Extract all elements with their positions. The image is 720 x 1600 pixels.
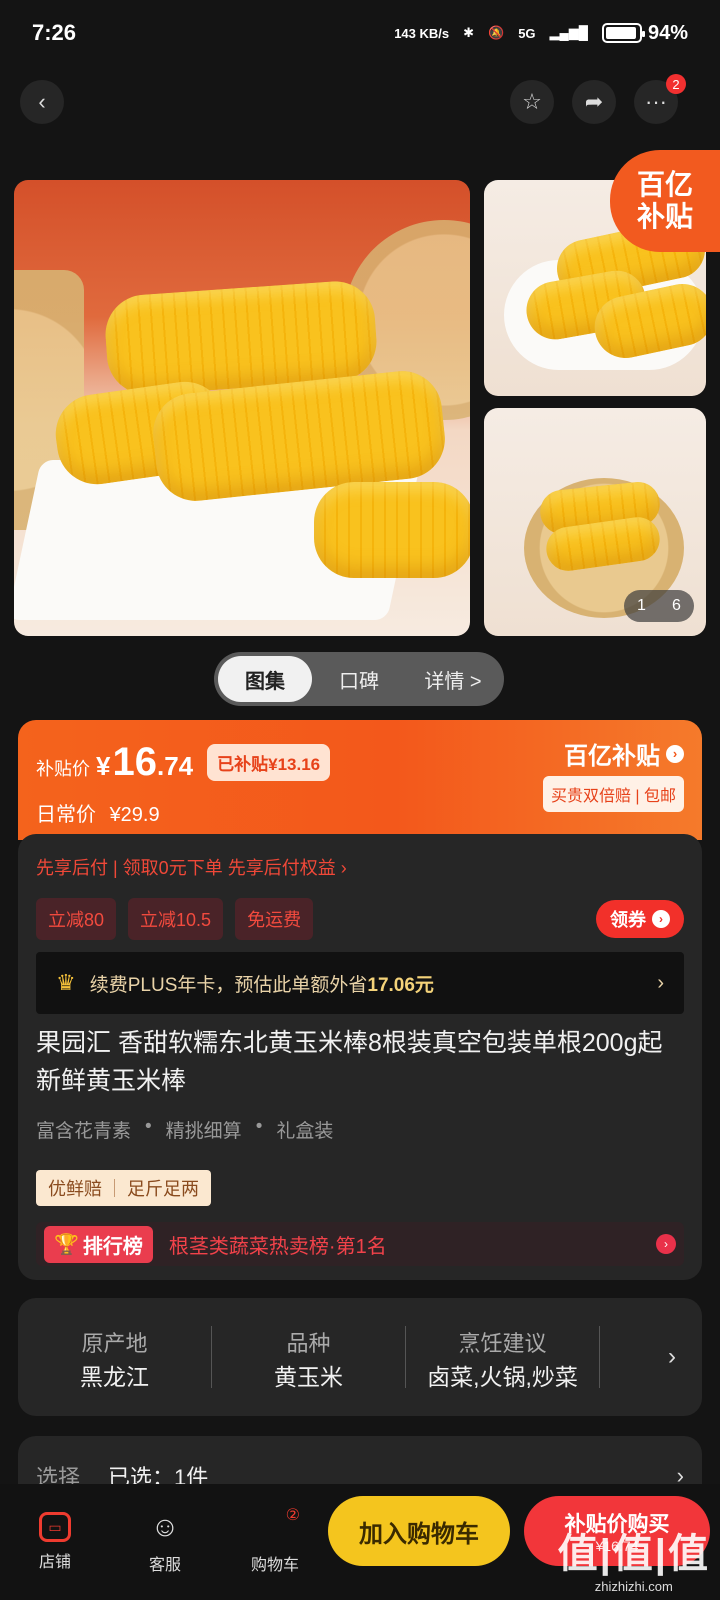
attribute-row[interactable]: 原产地 黑龙江 品种 黄玉米 烹饪建议 卤菜,火锅,炒菜 ›: [18, 1298, 702, 1416]
bluetooth-icon: ✱: [463, 25, 475, 40]
more-badge: 2: [666, 74, 686, 94]
gallery-page-counter: 1 6: [624, 590, 694, 622]
feature-item: 精挑细算: [165, 1121, 242, 1142]
cart-count: ②: [285, 1507, 300, 1524]
chevron-right-icon[interactable]: ›: [668, 1343, 676, 1371]
price-banner: 补贴价 ¥ 16 .74 已补贴¥13.16 日常价 ¥29.9 百亿补贴 › …: [18, 720, 702, 840]
plus-membership-row[interactable]: ♛ 续费PLUS年卡，预估此单额外省 17.06元 ›: [36, 952, 684, 1014]
battery-percent: 94%: [647, 21, 688, 44]
coupon-item[interactable]: 立减10.5: [128, 898, 224, 940]
guarantee-item: 足斤足两: [127, 1179, 199, 1199]
back-button[interactable]: ‹: [20, 80, 64, 124]
ranking-text: 根茎类蔬菜热卖榜·第1名: [168, 1235, 387, 1258]
network-label: 5G: [518, 25, 536, 41]
site-watermark: 值|值|值 zhizhizhi.com: [557, 1532, 710, 1594]
customer-service-button[interactable]: ☺ 客服: [110, 1509, 220, 1575]
chat-icon: ☺: [150, 1511, 180, 1542]
shop-button[interactable]: ▭ 店铺: [0, 1512, 110, 1572]
coupon-item[interactable]: 免运费: [235, 898, 314, 940]
price-decimal: .74: [156, 751, 194, 781]
share-icon: ➦: [584, 89, 604, 114]
product-title: 果园汇 香甜软糯东北黄玉米棒8根装真空包装单根200g起新鲜黄玉米棒: [36, 1029, 663, 1095]
chevron-left-icon: ‹: [38, 89, 46, 114]
gallery-tabs: 图集 口碑 详情 >: [214, 652, 504, 706]
nav-row: ‹ ☆ ➦ ··· 2: [0, 74, 720, 130]
more-button[interactable]: ··· 2: [634, 74, 686, 124]
favorite-button[interactable]: ☆: [510, 80, 554, 124]
subsidy-corner-badge: 百亿 补贴: [610, 150, 720, 252]
status-time: 7:26: [32, 20, 77, 45]
price-integer: 16: [112, 740, 157, 784]
chevron-right-icon: ›: [657, 971, 664, 994]
signal-icon: ▂▄▆█: [549, 25, 588, 40]
saved-amount-pill: 已补贴¥13.16: [207, 744, 331, 781]
feature-list: 富含花青素 • 精挑细算 • 礼盒装: [36, 1116, 334, 1142]
coupon-item[interactable]: 立减80: [36, 898, 117, 940]
trophy-icon: 🏆: [54, 1233, 79, 1256]
cart-button[interactable]: ② 购物车: [220, 1507, 330, 1575]
guarantee-item: 优鲜赔: [48, 1179, 102, 1199]
attribute-cooking: 烹饪建议 卤菜,火锅,炒菜: [406, 1326, 600, 1390]
get-coupon-button[interactable]: 领券 ›: [596, 900, 684, 938]
more-icon: ···: [645, 89, 667, 114]
battery: 94%: [601, 21, 688, 45]
coupon-list: 立减80 立减10.5 免运费: [36, 898, 314, 940]
product-info-card: 先享后付 | 领取0元下单 先享后付权益 › 立减80 立减10.5 免运费 领…: [18, 834, 702, 1280]
subsidy-brand-link[interactable]: 百亿补贴 ›: [564, 736, 684, 771]
product-gallery[interactable]: 1 6: [14, 180, 706, 636]
regular-price-label: 日常价: [36, 804, 96, 826]
chevron-right-icon: ›: [652, 910, 670, 928]
add-to-cart-button[interactable]: 加入购物车: [328, 1496, 510, 1566]
star-icon: ☆: [522, 89, 542, 114]
status-bar: 7:26 143 KB/s ✱ 🔕 5G ▂▄▆█ 94%: [0, 0, 720, 66]
battery-icon: [601, 23, 645, 43]
crown-icon: ♛: [56, 970, 76, 995]
tab-details[interactable]: 详情 >: [406, 656, 500, 702]
tab-reviews[interactable]: 口碑: [312, 656, 406, 702]
product-image-main[interactable]: [14, 180, 470, 636]
attribute-variety: 品种 黄玉米: [212, 1326, 406, 1390]
guarantee-tags[interactable]: 优鲜赔 足斤足两: [36, 1170, 211, 1206]
product-image-thumb-2[interactable]: 1 6: [484, 408, 706, 636]
subsidy-guarantee: 买贵双倍赔 | 包邮: [542, 776, 684, 812]
bottom-action-bar: ▭ 店铺 ☺ 客服 ② 购物车 加入购物车 补贴价购买 ¥16.74 值|值|值…: [0, 1484, 720, 1600]
ranking-row[interactable]: 🏆 排行榜 根茎类蔬菜热卖榜·第1名 ›: [36, 1222, 684, 1266]
regular-price: ¥29.9: [109, 804, 160, 826]
share-button[interactable]: ➦: [572, 80, 616, 124]
ranking-badge: 🏆 排行榜: [44, 1225, 153, 1263]
shop-icon: ▭: [39, 1512, 71, 1542]
subsidy-price-label: 补贴价: [36, 759, 90, 779]
pay-later-link[interactable]: 先享后付 | 领取0元下单 先享后付权益 ›: [36, 854, 347, 880]
feature-item: 礼盒装: [276, 1121, 334, 1142]
chevron-right-icon: ›: [656, 1234, 676, 1254]
mute-icon: 🔕: [488, 25, 505, 40]
network-speed: 143 KB/s: [394, 25, 450, 41]
attribute-origin: 原产地 黑龙江: [18, 1326, 212, 1390]
feature-item: 富含花青素: [36, 1121, 132, 1142]
chevron-right-icon: ›: [666, 744, 684, 763]
tab-gallery[interactable]: 图集: [218, 656, 312, 702]
